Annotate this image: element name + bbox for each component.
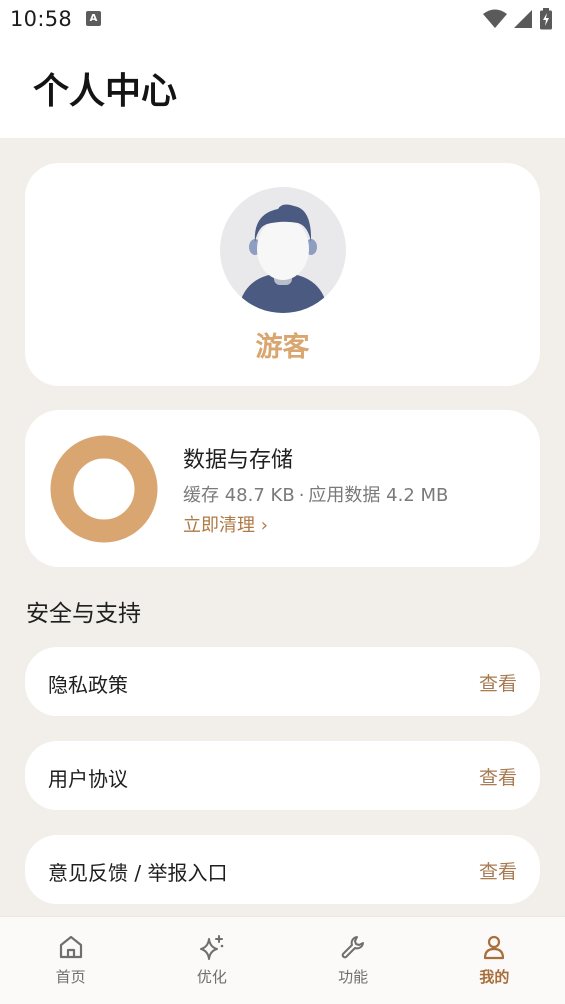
nav-label: 功能 [338, 968, 369, 986]
cache-size: 缓存 48.7 KB [183, 485, 295, 506]
view-button[interactable]: 查看 [479, 763, 517, 790]
view-button[interactable]: 查看 [479, 669, 517, 696]
nav-item-tools[interactable]: 功能 [283, 917, 424, 1004]
row-label: 用户协议 [48, 767, 128, 791]
nav-label: 我的 [479, 968, 510, 986]
user-agreement-row[interactable]: 用户协议 查看 [25, 741, 540, 810]
nav-item-home[interactable]: 首页 [0, 917, 141, 1004]
profile-card: 游客 [25, 163, 540, 386]
wrench-icon [341, 936, 365, 959]
nav-label: 优化 [196, 968, 227, 986]
clean-now-link[interactable]: 立即清理 › [183, 511, 268, 537]
storage-separator: · [298, 485, 305, 506]
avatar[interactable] [220, 187, 346, 313]
signal-icon [514, 10, 532, 28]
storage-info: 缓存 48.7 KB · 应用数据 4.2 MB [183, 481, 448, 507]
user-icon [484, 935, 505, 960]
home-icon [59, 935, 82, 959]
row-label: 意见反馈 / 举报入口 [48, 861, 228, 885]
status-bar: 10:58 A [0, 0, 565, 38]
wifi-icon [483, 9, 507, 28]
nav-item-optimize[interactable]: 优化 [141, 917, 282, 1004]
profile-name: 游客 [255, 332, 310, 363]
status-icons [483, 8, 553, 30]
battery-icon [540, 8, 552, 30]
app-data-size: 应用数据 4.2 MB [308, 485, 449, 506]
section-title-security: 安全与支持 [26, 601, 141, 627]
nav-label: 首页 [55, 968, 86, 986]
top-header: 10:58 A 个人中心 [0, 0, 565, 138]
notification-a-icon: A [86, 11, 101, 26]
row-label: 隐私政策 [48, 673, 128, 697]
storage-card: 数据与存储 缓存 48.7 KB · 应用数据 4.2 MB 立即清理 › [25, 410, 540, 567]
view-button[interactable]: 查看 [479, 857, 517, 884]
storage-ring-chart [50, 435, 158, 543]
nav-item-mine[interactable]: 我的 [424, 917, 565, 1004]
feedback-report-row[interactable]: 意见反馈 / 举报入口 查看 [25, 835, 540, 904]
bottom-nav: 首页 优化 功能 我的 [0, 916, 565, 1004]
sparkle-icon [199, 935, 224, 960]
content-area[interactable]: 游客 数据与存储 缓存 48.7 KB · 应用数据 4.2 MB 立即清理 › 安… [0, 138, 565, 916]
storage-title: 数据与存储 [183, 448, 294, 473]
page-title: 个人中心 [33, 71, 178, 112]
privacy-policy-row[interactable]: 隐私政策 查看 [25, 647, 540, 716]
status-time: 10:58 [10, 7, 73, 31]
